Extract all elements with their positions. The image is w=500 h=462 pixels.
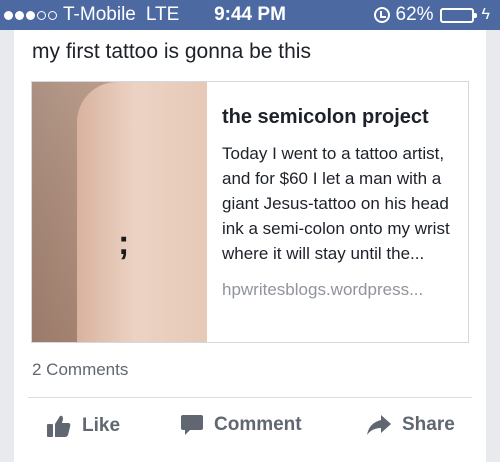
comment-button[interactable]: Comment xyxy=(180,414,302,436)
like-button[interactable]: Like xyxy=(46,414,120,438)
status-indicators: 62% ϟ xyxy=(373,4,490,26)
charging-bolt-icon: ϟ xyxy=(481,6,490,23)
comments-count[interactable]: 2 Comments xyxy=(32,360,128,380)
link-preview[interactable]: ; the semicolon project Today I went to … xyxy=(31,81,469,343)
thumbs-up-icon xyxy=(47,415,71,437)
post-card: my first tattoo is gonna be this ; the s… xyxy=(14,30,486,462)
divider xyxy=(28,397,472,398)
link-thumbnail-image: ; xyxy=(32,82,207,342)
post-text: my first tattoo is gonna be this xyxy=(32,40,311,63)
link-title: the semicolon project xyxy=(222,106,429,128)
share-label: Share xyxy=(402,414,455,435)
comment-label: Comment xyxy=(214,414,302,435)
share-button[interactable]: Share xyxy=(366,414,455,436)
link-text: the semicolon project Today I went to a … xyxy=(222,106,462,300)
battery-icon xyxy=(439,7,477,23)
comment-bubble-icon xyxy=(181,415,203,435)
link-description: Today I went to a tattoo artist, and for… xyxy=(222,144,450,263)
battery-percent: 62% xyxy=(395,4,434,25)
rotation-lock-icon xyxy=(373,7,390,23)
status-bar: T-Mobile LTE 9:44 PM 62% ϟ xyxy=(0,0,500,30)
link-domain: hpwritesblogs.wordpress... xyxy=(222,280,424,299)
action-bar: Like Comment Share xyxy=(14,414,486,444)
share-arrow-icon xyxy=(367,415,391,435)
thumbnail-wrist xyxy=(77,82,207,342)
tattoo-semicolon: ; xyxy=(118,224,130,262)
like-label: Like xyxy=(82,415,121,436)
